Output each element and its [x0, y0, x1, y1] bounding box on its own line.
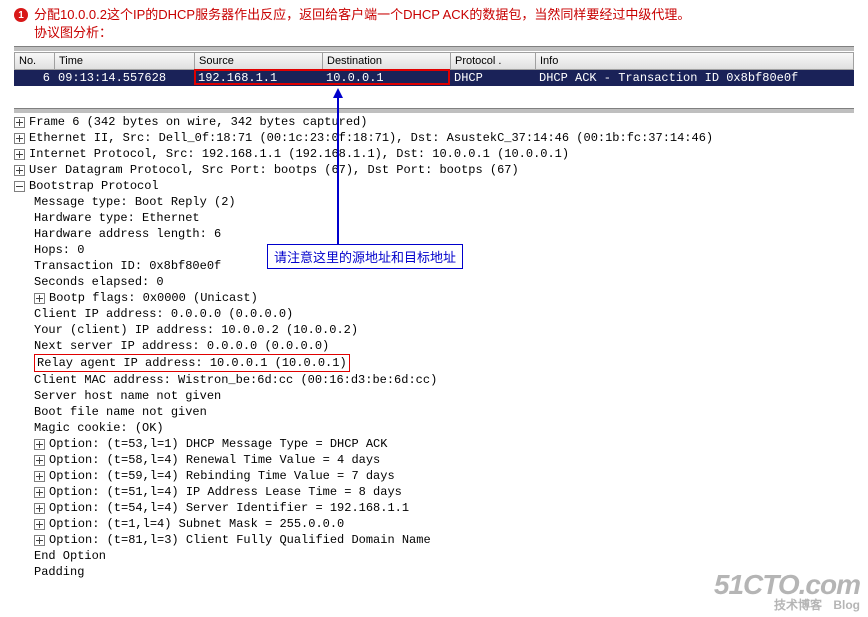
expand-icon[interactable]: [34, 487, 45, 498]
packet-destination: 10.0.0.1: [322, 70, 450, 86]
tree-ciaddr[interactable]: Client IP address: 0.0.0.0 (0.0.0.0): [14, 306, 854, 322]
expand-icon[interactable]: [14, 133, 25, 144]
tree-cookie[interactable]: Magic cookie: (OK): [14, 420, 854, 436]
watermark-domain: 51CTO.com: [714, 571, 860, 599]
packet-no: 6: [14, 70, 54, 86]
expand-icon[interactable]: [14, 165, 25, 176]
callout-note: 请注意这里的源地址和目标地址: [267, 244, 463, 269]
tree-sname[interactable]: Server host name not given: [14, 388, 854, 404]
highlight-relay-agent: Relay agent IP address: 10.0.0.1 (10.0.0…: [34, 354, 350, 372]
note-text: 分配10.0.0.2这个IP的DHCP服务器作出反应，返回给客户端一个DHCP …: [34, 6, 690, 42]
header-destination[interactable]: Destination: [323, 53, 451, 69]
tree-opt54[interactable]: Option: (t=54,l=4) Server Identifier = 1…: [14, 500, 854, 516]
expand-icon[interactable]: [34, 471, 45, 482]
packet-list-blank: [14, 86, 854, 108]
header-info[interactable]: Info: [536, 53, 853, 69]
packet-list-header[interactable]: No. Time Source Destination Protocol . I…: [14, 52, 854, 70]
watermark: 51CTO.com 技术博客 Blog: [714, 571, 860, 611]
tree-opt59[interactable]: Option: (t=59,l=4) Rebinding Time Value …: [14, 468, 854, 484]
expand-icon[interactable]: [34, 519, 45, 530]
packet-details-tree[interactable]: Frame 6 (342 bytes on wire, 342 bytes ca…: [14, 114, 854, 580]
tree-file[interactable]: Boot file name not given: [14, 404, 854, 420]
tree-flags[interactable]: Bootp flags: 0x0000 (Unicast): [14, 290, 854, 306]
annotation-note: 1 分配10.0.0.2这个IP的DHCP服务器作出反应，返回给客户端一个DHC…: [0, 0, 868, 44]
expand-icon[interactable]: [34, 503, 45, 514]
tree-secs[interactable]: Seconds elapsed: 0: [14, 274, 854, 290]
expand-icon[interactable]: [34, 293, 45, 304]
tree-bootp[interactable]: Bootstrap Protocol: [14, 178, 854, 194]
tree-udp[interactable]: User Datagram Protocol, Src Port: bootps…: [14, 162, 854, 178]
header-protocol[interactable]: Protocol .: [451, 53, 536, 69]
expand-icon[interactable]: [34, 535, 45, 546]
note-line1: 分配10.0.0.2这个IP的DHCP服务器作出反应，返回给客户端一个DHCP …: [34, 7, 690, 22]
tree-hw-type[interactable]: Hardware type: Ethernet: [14, 210, 854, 226]
tree-ip[interactable]: Internet Protocol, Src: 192.168.1.1 (192…: [14, 146, 854, 162]
arrow-line: [337, 96, 339, 244]
tree-opt51[interactable]: Option: (t=51,l=4) IP Address Lease Time…: [14, 484, 854, 500]
packet-source: 192.168.1.1: [194, 70, 322, 86]
expand-icon[interactable]: [34, 439, 45, 450]
header-source[interactable]: Source: [195, 53, 323, 69]
tree-endopt[interactable]: End Option: [14, 548, 854, 564]
note-line2: 协议图分析：: [34, 25, 112, 40]
header-no[interactable]: No.: [15, 53, 55, 69]
collapse-icon[interactable]: [14, 181, 25, 192]
tree-opt53[interactable]: Option: (t=53,l=1) DHCP Message Type = D…: [14, 436, 854, 452]
expand-icon[interactable]: [34, 455, 45, 466]
packet-protocol: DHCP: [450, 70, 535, 86]
watermark-sub: 技术博客 Blog: [714, 599, 860, 611]
tree-chaddr[interactable]: Client MAC address: Wistron_be:6d:cc (00…: [14, 372, 854, 388]
packet-info: DHCP ACK - Transaction ID 0x8bf80e0f: [535, 70, 854, 86]
tree-giaddr[interactable]: Relay agent IP address: 10.0.0.1 (10.0.0…: [14, 354, 854, 372]
note-bullet-icon: 1: [14, 8, 28, 22]
header-time[interactable]: Time: [55, 53, 195, 69]
tree-msg-type[interactable]: Message type: Boot Reply (2): [14, 194, 854, 210]
tree-opt58[interactable]: Option: (t=58,l=4) Renewal Time Value = …: [14, 452, 854, 468]
tree-hw-len[interactable]: Hardware address length: 6: [14, 226, 854, 242]
tree-siaddr[interactable]: Next server IP address: 0.0.0.0 (0.0.0.0…: [14, 338, 854, 354]
tree-ethernet[interactable]: Ethernet II, Src: Dell_0f:18:71 (00:1c:2…: [14, 130, 854, 146]
expand-icon[interactable]: [14, 149, 25, 160]
packet-time: 09:13:14.557628: [54, 70, 194, 86]
tree-opt1[interactable]: Option: (t=1,l=4) Subnet Mask = 255.0.0.…: [14, 516, 854, 532]
packet-row[interactable]: 6 09:13:14.557628 192.168.1.1 10.0.0.1 D…: [14, 70, 854, 86]
tree-yiaddr[interactable]: Your (client) IP address: 10.0.0.2 (10.0…: [14, 322, 854, 338]
tree-frame[interactable]: Frame 6 (342 bytes on wire, 342 bytes ca…: [14, 114, 854, 130]
expand-icon[interactable]: [14, 117, 25, 128]
tree-opt81[interactable]: Option: (t=81,l=3) Client Fully Qualifie…: [14, 532, 854, 548]
